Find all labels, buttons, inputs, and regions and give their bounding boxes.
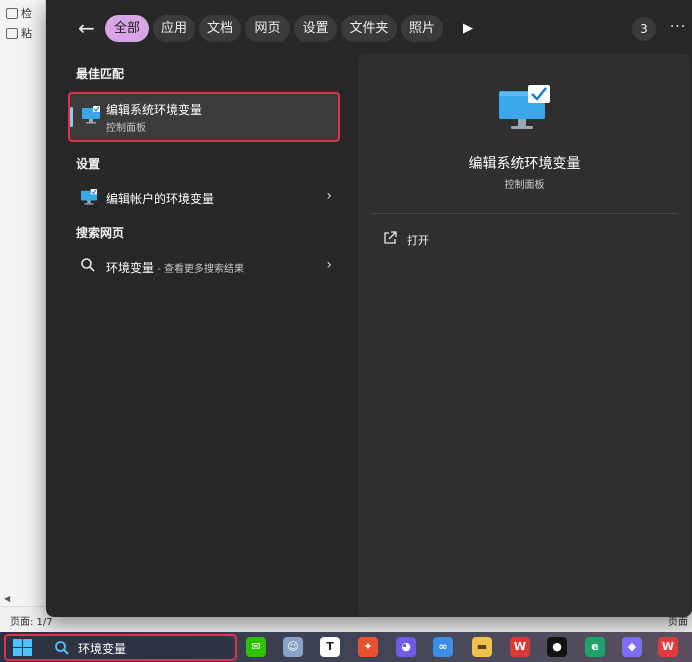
search-icon: [81, 258, 95, 272]
filter-chip-folders[interactable]: 文件夹: [341, 15, 397, 42]
search-highlight-box: [4, 634, 237, 661]
start-search-panel: ← 全部 应用 文档 网页 设置 文件夹 照片 ▶ 3 ··· 最佳匹配 编辑系…: [46, 0, 692, 617]
filter-chip-all[interactable]: 全部: [105, 15, 149, 42]
tool-icon: [6, 7, 18, 19]
edge-icon[interactable]: e: [585, 637, 605, 657]
best-match-subtitle: 控制面板: [106, 123, 146, 134]
settings-result-item[interactable]: 编辑帐户的环境变量 ›: [68, 180, 344, 214]
open-action-label: 打开: [407, 234, 429, 247]
web-search-suffix: - 查看更多搜索结果: [154, 264, 244, 275]
web-search-result-item[interactable]: 环境变量 - 查看更多搜索结果 ›: [68, 249, 344, 283]
detail-divider: [371, 213, 678, 214]
detail-title: 编辑系统环境变量: [468, 156, 581, 172]
web-search-heading: 搜索网页: [76, 226, 125, 240]
doc-tool-item[interactable]: 检: [6, 5, 32, 21]
filter-chip-settings[interactable]: 设置: [294, 15, 337, 42]
chevron-right-icon[interactable]: ›: [326, 188, 332, 204]
baidu-netdisk-icon[interactable]: ∞: [433, 637, 453, 657]
best-match-result[interactable]: 编辑系统环境变量 控制面板: [68, 92, 340, 142]
chevron-right-icon[interactable]: ›: [326, 257, 332, 273]
filter-chip-photos[interactable]: 照片: [401, 15, 443, 42]
best-match-heading: 最佳匹配: [76, 67, 125, 81]
detail-subtitle: 控制面板: [504, 180, 545, 191]
scroll-left-arrow-icon[interactable]: ◀: [4, 594, 10, 603]
settings-item-label: 编辑帐户的环境变量: [106, 192, 215, 206]
wps-icon[interactable]: W: [510, 637, 530, 657]
wps-office-icon[interactable]: W: [658, 637, 678, 657]
back-arrow-icon[interactable]: ←: [78, 17, 102, 39]
file-explorer-icon[interactable]: ▬: [472, 637, 492, 657]
more-filters-play-icon[interactable]: ▶: [458, 15, 478, 42]
document-left-strip: 检 粘 ◀: [0, 0, 46, 632]
wechat-icon[interactable]: ✉: [246, 637, 266, 657]
typora-icon[interactable]: T: [320, 637, 340, 657]
paste-icon: [6, 27, 18, 39]
monitor-settings-icon: [81, 189, 97, 205]
result-detail-pane: 编辑系统环境变量 控制面板 打开: [359, 54, 690, 617]
rewards-count-badge[interactable]: 3: [632, 17, 656, 41]
best-match-title: 编辑系统环境变量: [106, 103, 203, 117]
settings-heading: 设置: [76, 157, 101, 171]
qq-icon[interactable]: ●: [547, 637, 567, 657]
open-external-icon: [384, 231, 397, 244]
web-search-label: 环境变量 - 查看更多搜索结果: [106, 259, 244, 276]
filter-chip-apps[interactable]: 应用: [153, 15, 195, 42]
selection-accent-bar: [70, 107, 73, 127]
filter-bar: ← 全部 应用 文档 网页 设置 文件夹 照片 ▶ 3 ···: [46, 12, 692, 46]
sketch-app-icon[interactable]: ✦: [358, 637, 378, 657]
app-icon[interactable]: ◆: [622, 637, 642, 657]
monitor-settings-large-icon: [499, 85, 550, 129]
more-options-icon[interactable]: ···: [666, 17, 690, 41]
open-action-button[interactable]: 打开: [373, 224, 523, 252]
cat-app-icon[interactable]: ◕: [396, 637, 416, 657]
avatar-app-icon[interactable]: ☺: [283, 637, 303, 657]
monitor-settings-icon: [82, 106, 100, 124]
status-page-count: 页面: 1/7: [10, 617, 53, 628]
filter-chip-web[interactable]: 网页: [245, 15, 290, 42]
web-search-query: 环境变量: [106, 261, 155, 275]
doc-paste-item[interactable]: 粘: [6, 25, 32, 41]
filter-chip-documents[interactable]: 文档: [199, 15, 241, 42]
